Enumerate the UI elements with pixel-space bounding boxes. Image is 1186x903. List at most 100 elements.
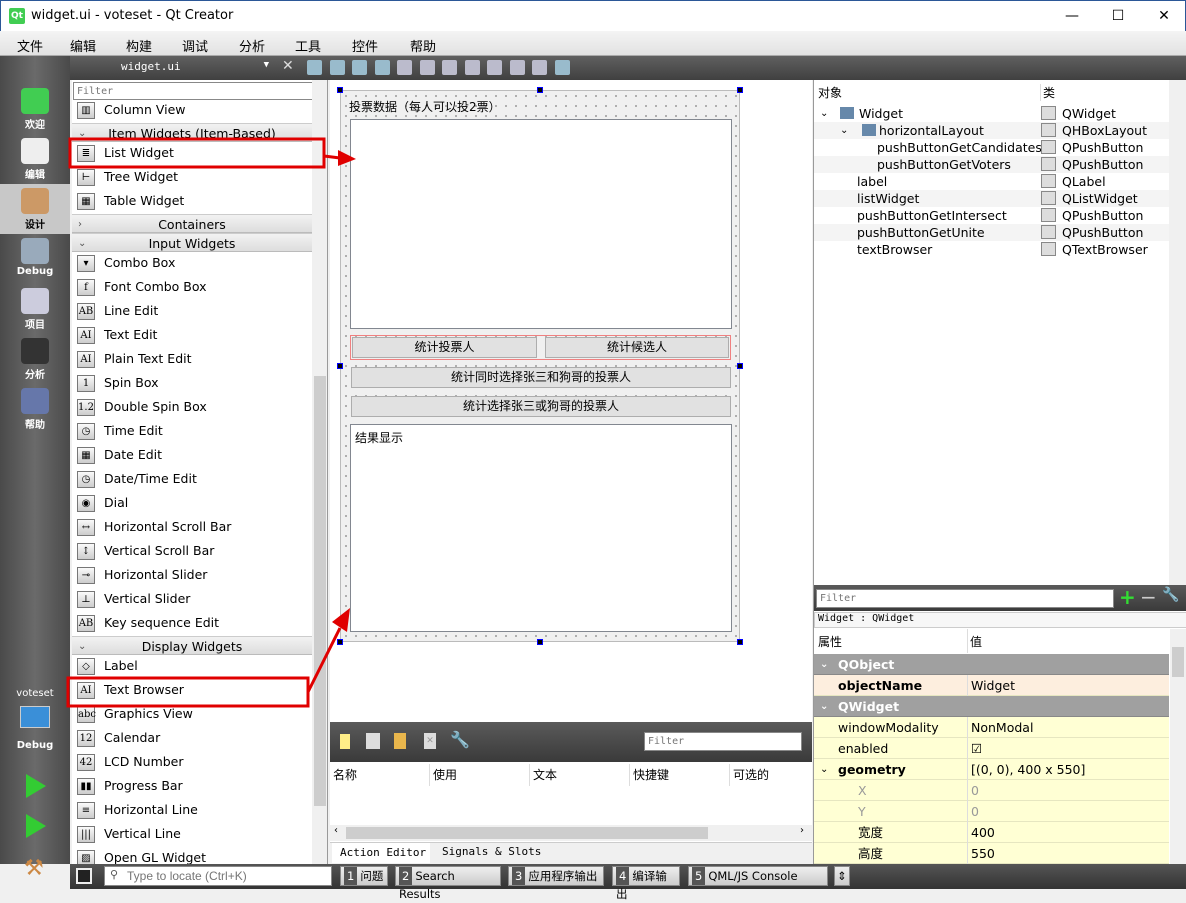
horizontal-scrollbar[interactable]: ‹ › xyxy=(330,825,812,841)
category-item-widgets-item-based-[interactable]: ⌄ Item Widgets (Item-Based) xyxy=(72,123,312,142)
object-tree-row[interactable]: ⌄ Widget QWidget xyxy=(814,105,1169,122)
configure-wrench-icon[interactable]: 🔧 xyxy=(1162,587,1179,603)
object-tree-row[interactable]: listWidget QListWidget xyxy=(814,190,1169,207)
category-input-widgets[interactable]: ⌄ Input Widgets xyxy=(72,233,312,252)
resize-handle[interactable] xyxy=(337,87,343,93)
object-tree-row[interactable]: ⌄ horizontalLayout QHBoxLayout xyxy=(814,122,1169,139)
property-row-QObject[interactable]: ⌄ QObject xyxy=(814,654,1169,675)
widget-box-scrollbar[interactable] xyxy=(312,80,327,864)
menu-2[interactable]: 构建 xyxy=(126,36,152,55)
edit-widgets-icon[interactable] xyxy=(307,60,322,75)
output-pane-button-1[interactable]: 1 问题 xyxy=(340,866,388,886)
get-voters-button[interactable]: 统计投票人 xyxy=(352,337,537,358)
widget-item-spin-box[interactable]: 1 Spin Box xyxy=(72,371,312,395)
tab-signals-slots-editor[interactable]: Signals & Slots Editor xyxy=(434,843,584,876)
text-browser[interactable]: 结果显示 xyxy=(350,424,732,632)
property-scrollbar[interactable] xyxy=(1170,629,1186,864)
resize-handle[interactable] xyxy=(537,639,543,645)
chevron-down-icon[interactable]: ⌄ xyxy=(820,105,828,122)
widget-item-vertical-scroll-bar[interactable]: ↕ Vertical Scroll Bar xyxy=(72,539,312,563)
get-intersect-button[interactable]: 统计同时选择张三和狗哥的投票人 xyxy=(351,367,731,388)
list-widget[interactable] xyxy=(350,119,732,329)
output-pane-button-4[interactable]: 4 编译输出 xyxy=(612,866,680,901)
chevron-down-icon[interactable]: ⌄ xyxy=(820,696,828,717)
column-header[interactable]: 快捷键 xyxy=(630,764,730,786)
run-button[interactable] xyxy=(26,774,46,798)
menu-3[interactable]: 调试 xyxy=(182,36,208,55)
widget-item-column-view[interactable]: ▥ Column View xyxy=(72,98,312,122)
property-row-QWidget[interactable]: ⌄ QWidget xyxy=(814,696,1169,717)
object-tree-row[interactable]: pushButtonGetIntersect QPushButton xyxy=(814,207,1169,224)
widget-item-calendar[interactable]: 12 Calendar xyxy=(72,726,312,750)
minimize-button[interactable]: — xyxy=(1049,1,1095,32)
output-pane-button-2[interactable]: 2 Search Results xyxy=(395,866,501,901)
column-header[interactable]: 使用 xyxy=(430,764,530,786)
mode-分析[interactable]: 分析 xyxy=(0,334,70,384)
object-tree-row[interactable]: textBrowser QTextBrowser xyxy=(814,241,1169,258)
column-header[interactable]: 名称 xyxy=(330,764,430,786)
widget-item-tree-widget[interactable]: ⊢ Tree Widget xyxy=(72,165,312,189)
menu-4[interactable]: 分析 xyxy=(239,36,265,55)
resize-handle[interactable] xyxy=(737,639,743,645)
property-row-objectName[interactable]: objectName Widget xyxy=(814,675,1169,696)
scrollbar-thumb[interactable] xyxy=(314,376,326,806)
output-panes-menu-button[interactable]: ⇕ xyxy=(834,866,850,886)
chevron-down-icon[interactable]: ⌄ xyxy=(840,122,848,139)
layout-horizontal-splitter-icon[interactable] xyxy=(442,60,457,75)
property-filter-input[interactable] xyxy=(816,589,1114,608)
kit-selector-computer-icon[interactable] xyxy=(20,706,50,728)
build-hammer-button[interactable]: ⚒ xyxy=(24,856,44,881)
mode-设计[interactable]: 设计 xyxy=(0,184,70,234)
remove-property-icon[interactable]: − xyxy=(1140,585,1157,609)
widget-item-time-edit[interactable]: ◷ Time Edit xyxy=(72,419,312,443)
scroll-right-icon[interactable]: › xyxy=(800,825,804,836)
object-tree-row[interactable]: label QLabel xyxy=(814,173,1169,190)
widget-item-text-edit[interactable]: AI Text Edit xyxy=(72,323,312,347)
maximize-button[interactable]: ☐ xyxy=(1095,1,1141,32)
output-pane-button-3[interactable]: 3 应用程序输出 xyxy=(508,866,604,886)
widget-item-plain-text-edit[interactable]: AI Plain Text Edit xyxy=(72,347,312,371)
mode-项目[interactable]: 项目 xyxy=(0,284,70,334)
widget-item-vertical-slider[interactable]: ⊥ Vertical Slider xyxy=(72,587,312,611)
configure-wrench-icon[interactable]: 🔧 xyxy=(450,730,470,749)
widget-item-combo-box[interactable]: ▾ Combo Box xyxy=(72,251,312,275)
debug-run-button[interactable] xyxy=(26,814,46,838)
widget-item-date-edit[interactable]: ▦ Date Edit xyxy=(72,443,312,467)
action-filter-input[interactable] xyxy=(644,732,802,751)
copy-action-icon[interactable] xyxy=(366,733,380,749)
layout-vertical-icon[interactable] xyxy=(419,60,435,75)
tab-action-editor[interactable]: Action Editor xyxy=(332,843,430,863)
layout-grid-icon[interactable] xyxy=(509,60,525,75)
property-row-宽度[interactable]: 宽度 400 xyxy=(814,822,1169,843)
category-display-widgets[interactable]: ⌄ Display Widgets xyxy=(72,636,312,655)
resize-handle[interactable] xyxy=(537,87,543,93)
get-candidates-button[interactable]: 统计候选人 xyxy=(545,337,729,358)
chevron-down-icon[interactable]: ⌄ xyxy=(820,654,828,675)
property-row-X[interactable]: X0 xyxy=(814,780,1169,801)
close-button[interactable]: ✕ xyxy=(1141,1,1186,32)
edit-tab-order-icon[interactable] xyxy=(374,60,390,75)
layout-horizontal-icon[interactable] xyxy=(397,60,412,75)
layout-form-icon[interactable] xyxy=(487,60,502,75)
property-row-enabled[interactable]: enabled ☑ xyxy=(814,738,1169,759)
mode-欢迎[interactable]: 欢迎 xyxy=(0,84,70,134)
widget-item-list-widget[interactable]: ≣ List Widget xyxy=(72,141,312,165)
widget-item-horizontal-scroll-bar[interactable]: ↔ Horizontal Scroll Bar xyxy=(72,515,312,539)
property-row-windowModality[interactable]: windowModality NonModal xyxy=(814,717,1169,738)
add-dynamic-property-icon[interactable]: + xyxy=(1119,585,1136,609)
property-row-Y[interactable]: Y0 xyxy=(814,801,1169,822)
resize-handle[interactable] xyxy=(737,87,743,93)
widget-item-table-widget[interactable]: ▦ Table Widget xyxy=(72,189,312,213)
layout-vertical-splitter-icon[interactable] xyxy=(464,60,480,75)
adjust-size-icon[interactable] xyxy=(554,60,570,75)
scroll-left-icon[interactable]: ‹ xyxy=(334,825,338,836)
widget-item-date-time-edit[interactable]: ◷ Date/Time Edit xyxy=(72,467,312,491)
widget-item-lcd-number[interactable]: 42 LCD Number xyxy=(72,750,312,774)
column-header[interactable]: 文本 xyxy=(530,764,630,786)
edit-signals-slots-icon[interactable] xyxy=(329,60,345,75)
resize-handle[interactable] xyxy=(337,363,343,369)
scrollbar-thumb[interactable] xyxy=(346,827,708,839)
widget-item-double-spin-box[interactable]: 1.2 Double Spin Box xyxy=(72,395,312,419)
widget-item-label[interactable]: ◇ Label xyxy=(72,654,312,678)
scrollbar-thumb[interactable] xyxy=(1172,647,1184,677)
